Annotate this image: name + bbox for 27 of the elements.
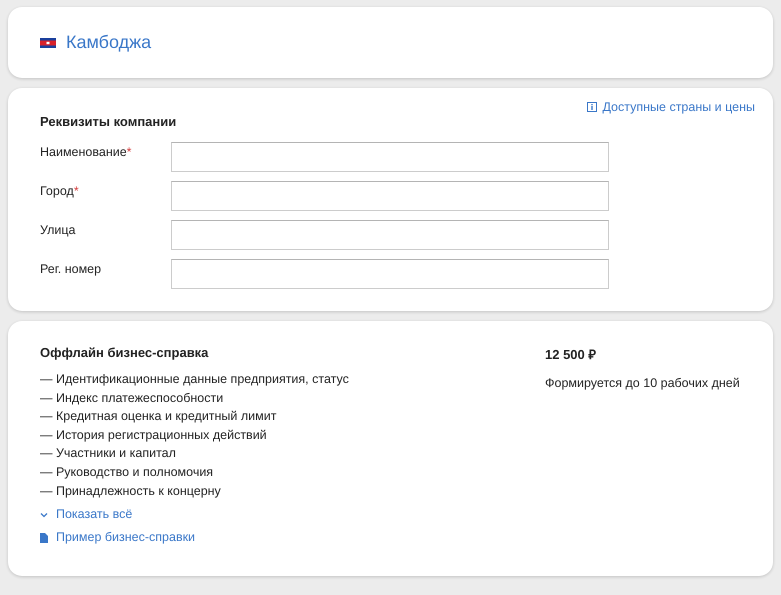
sample-report-link[interactable]: Пример бизнес-справки bbox=[40, 529, 196, 546]
price: 12 500 ₽ bbox=[545, 346, 598, 363]
feature-item: — Участники и капитал bbox=[40, 445, 177, 462]
section-title: Реквизиты компании bbox=[40, 114, 178, 129]
country-title: Камбоджа bbox=[66, 32, 152, 53]
document-icon bbox=[40, 532, 48, 543]
flag-icon bbox=[40, 38, 56, 48]
feature-item: — Индекс платежеспособности bbox=[40, 390, 224, 407]
input-field[interactable] bbox=[171, 142, 609, 172]
delivery-term: Формируется до 10 рабочих дней bbox=[545, 376, 741, 390]
input-field[interactable] bbox=[171, 181, 609, 211]
info-icon bbox=[587, 102, 598, 112]
feature-item: — Кредитная оценка и кредитный лимит bbox=[40, 408, 278, 426]
input-field[interactable] bbox=[171, 220, 609, 250]
countries-prices-link[interactable]: Доступные страны и цены bbox=[587, 100, 755, 114]
field-label: Рег. номер bbox=[40, 261, 102, 276]
feature-item: — Руководство и полномочия bbox=[40, 464, 214, 481]
input-field[interactable] bbox=[171, 259, 609, 289]
field-label: Город* bbox=[40, 183, 80, 198]
feature-item: — История регистрационных действий bbox=[40, 426, 268, 444]
field-label: Улица bbox=[40, 222, 76, 237]
product-title: Оффлайн бизнес-справка bbox=[40, 345, 210, 360]
chevron-down-icon bbox=[40, 512, 48, 518]
show-all-link[interactable]: Показать всё bbox=[40, 506, 132, 524]
feature-item: — Идентификационные данные предприятия, статус bbox=[40, 371, 350, 388]
feature-item: — Принадлежность к концерну bbox=[40, 482, 222, 500]
field-label: Наименование* bbox=[40, 144, 133, 159]
